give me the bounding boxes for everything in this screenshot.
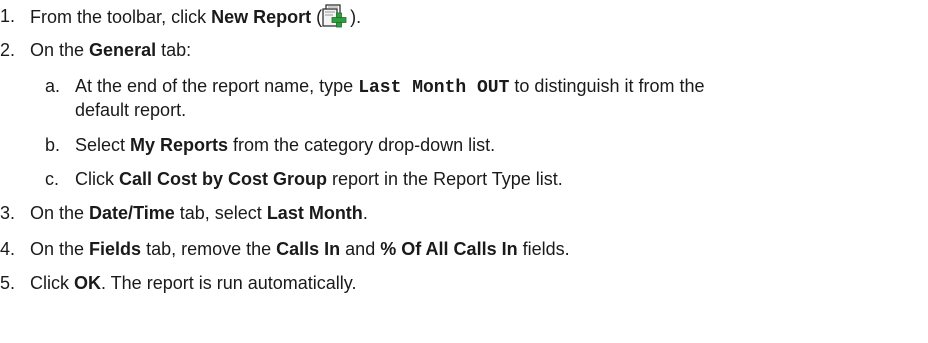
step-text-part: tab: xyxy=(156,40,192,60)
step-text-part: Click xyxy=(75,169,119,189)
step-text-part: . The report is run automatically. xyxy=(101,273,357,293)
step-text-part: tab, remove the xyxy=(141,239,277,259)
step-bold-term: OK xyxy=(74,273,101,293)
step-text-part: From the toolbar, click xyxy=(30,6,212,27)
new-report-icon xyxy=(322,3,350,29)
step-number: 4. xyxy=(0,239,16,259)
step-text-part: ). xyxy=(350,6,362,27)
step-number: 3. xyxy=(0,203,16,223)
step-text-part: from the category drop-down list. xyxy=(228,135,496,155)
step-text-part: On the xyxy=(30,239,90,259)
step-text-part: and xyxy=(340,239,381,259)
step-bold-term: My Reports xyxy=(130,135,229,155)
step-text: Click OK. The report is run automaticall… xyxy=(30,272,356,294)
step-text-part: Click xyxy=(30,273,74,293)
step-bold-term: Call Cost by Cost Group xyxy=(119,169,328,189)
step-text-part: . xyxy=(362,203,368,223)
step-text-part: report in the Report Type list. xyxy=(327,169,563,189)
step-text-part: ( xyxy=(311,6,323,27)
step-bold-term: Fields xyxy=(89,239,142,259)
step-text-part: At the end of the report name, type xyxy=(75,76,359,96)
substep-text: Click Call Cost by Cost Group report in … xyxy=(75,168,563,190)
step-text: On the Date/Time tab, select Last Month. xyxy=(30,202,368,224)
step-bold-term: % Of All Calls In xyxy=(380,239,518,259)
substep-letter: b. xyxy=(45,135,61,155)
step-text: From the toolbar, click New Report ( ). xyxy=(30,3,362,31)
substep-text: Select My Reports from the category drop… xyxy=(75,134,495,156)
typed-text: Last Month OUT xyxy=(358,78,510,98)
step-text-part: Select xyxy=(75,135,131,155)
step-bold-term: General xyxy=(89,40,157,60)
step-number: 2. xyxy=(0,40,16,60)
step-text-part: fields. xyxy=(517,239,570,259)
step-text-part: On the xyxy=(30,203,90,223)
step-bold-term: Date/Time xyxy=(89,203,175,223)
substep-text: default report. xyxy=(75,100,187,120)
instruction-document: 1. From the toolbar, click New Report ( … xyxy=(0,0,928,343)
step-number: 5. xyxy=(0,273,16,293)
step-text-part: to distinguish it from the xyxy=(509,76,705,96)
step-text-part: tab, select xyxy=(174,203,267,223)
step-bold-term: Calls In xyxy=(276,239,341,259)
substep-letter: a. xyxy=(45,76,61,96)
step-bold-term: New Report xyxy=(211,6,312,27)
substep-text: At the end of the report name, type Last… xyxy=(75,75,705,99)
step-text: On the General tab: xyxy=(30,39,191,61)
step-bold-term: Last Month xyxy=(266,203,363,223)
step-text: On the Fields tab, remove the Calls In a… xyxy=(30,238,570,260)
step-number: 1. xyxy=(0,6,16,26)
step-text-part: On the xyxy=(30,40,90,60)
substep-letter: c. xyxy=(45,169,60,189)
